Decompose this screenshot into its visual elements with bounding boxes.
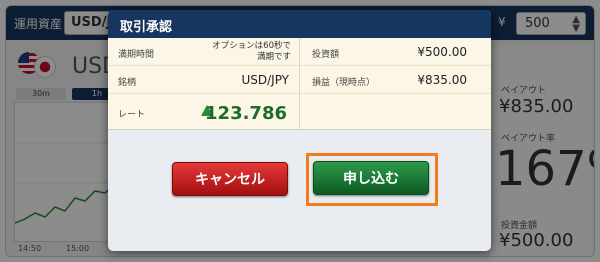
dialog-title: 取引承認 xyxy=(120,20,173,35)
expiry-note-line: 満期です xyxy=(256,52,291,62)
expiry-note: オプションは60秒で 満期です xyxy=(191,41,291,63)
rate-value: 123.786 xyxy=(205,103,287,124)
rate-label: レート xyxy=(118,110,146,120)
expiry-note-line: オプションは60秒で xyxy=(212,41,291,51)
symbol-label: 銘柄 xyxy=(118,78,137,88)
expiry-label: 満期時間 xyxy=(118,50,155,60)
dialog-header: 取引承認 xyxy=(108,10,491,38)
trade-confirm-dialog: 取引承認 満期時間 オプションは60秒で 満期です 投資額 ¥500.00 銘柄… xyxy=(108,10,491,251)
profit-value: ¥835.00 xyxy=(417,73,467,87)
cancel-button[interactable]: キャンセル xyxy=(172,162,288,196)
trade-info-table: 満期時間 オプションは60秒で 満期です 投資額 ¥500.00 銘柄 USD/… xyxy=(108,38,491,130)
invest-value: ¥500.00 xyxy=(417,45,467,59)
profit-row: 損益（現時点） ¥835.00 xyxy=(300,66,491,94)
investment-row: 投資額 ¥500.00 xyxy=(300,38,491,66)
rate-row: レート 123.786 xyxy=(108,94,299,130)
profit-label: 損益（現時点） xyxy=(312,78,376,88)
symbol-value: USD/JPY xyxy=(241,73,289,87)
invest-label: 投資額 xyxy=(312,50,340,60)
apply-button[interactable]: 申し込む xyxy=(313,161,429,195)
expiry-row: 満期時間 オプションは60秒で 満期です xyxy=(108,38,299,66)
symbol-row: 銘柄 USD/JPY xyxy=(108,66,299,94)
empty-cell xyxy=(300,94,491,130)
